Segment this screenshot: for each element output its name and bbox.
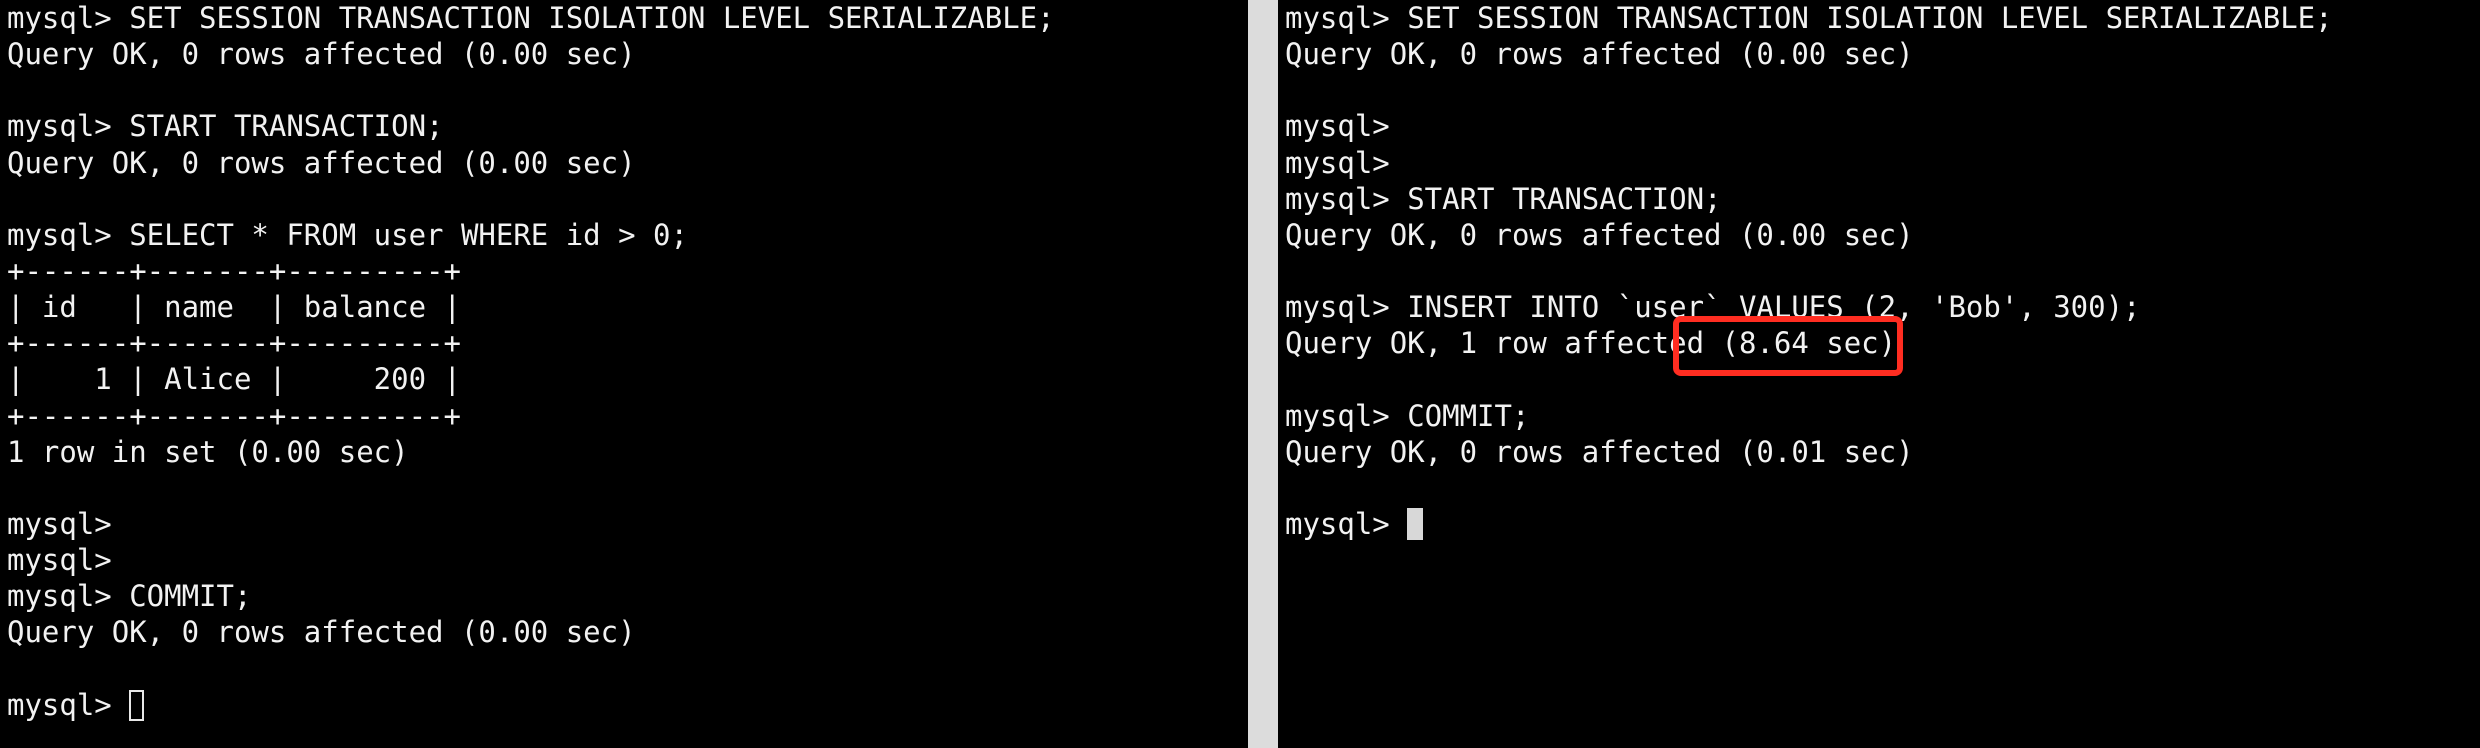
- terminal-line: Query OK, 0 rows affected (0.01 sec): [1285, 434, 1914, 469]
- pane-divider[interactable]: [1248, 0, 1278, 748]
- prompt-label: mysql>: [7, 687, 130, 722]
- terminal-line: Query OK, 0 rows affected (0.00 sec): [1285, 217, 1914, 252]
- terminal-line: mysql> COMMIT;: [1285, 398, 1530, 433]
- terminal-line: mysql> SET SESSION TRANSACTION ISOLATION…: [7, 1, 1055, 35]
- terminal-line: Query OK, 0 rows affected (0.00 sec): [7, 615, 636, 650]
- result-table-row: | 1 | Alice | 200 |: [7, 362, 461, 397]
- terminal-line: mysql> COMMIT;: [7, 579, 252, 614]
- left-terminal-pane[interactable]: mysql> SET SESSION TRANSACTION ISOLATION…: [0, 0, 1248, 748]
- terminal-line: mysql>: [7, 506, 112, 541]
- terminal-screen: mysql> SET SESSION TRANSACTION ISOLATION…: [0, 0, 2480, 748]
- result-table-border: +------+-------+---------+: [7, 398, 461, 433]
- right-terminal-output: mysql> SET SESSION TRANSACTION ISOLATION…: [1285, 0, 2333, 542]
- terminal-line: mysql>: [1285, 109, 1390, 144]
- terminal-line: mysql>: [1285, 145, 1390, 180]
- result-table-border: +------+-------+---------+: [7, 253, 461, 288]
- terminal-line: Query OK, 0 rows affected (0.00 sec): [7, 145, 636, 180]
- terminal-line: mysql> START TRANSACTION;: [1285, 181, 1722, 216]
- left-terminal-output: mysql> SET SESSION TRANSACTION ISOLATION…: [7, 0, 1055, 723]
- terminal-line: mysql> SET SESSION TRANSACTION ISOLATION…: [1285, 1, 2333, 35]
- solid-cursor-icon: [1407, 507, 1424, 540]
- prompt-line[interactable]: mysql>: [7, 687, 1055, 723]
- terminal-line: Query OK, 0 rows affected (0.00 sec): [7, 37, 636, 72]
- result-table-header: | id | name | balance |: [7, 290, 461, 325]
- terminal-line: mysql> SELECT * FROM user WHERE id > 0;: [7, 217, 688, 252]
- hollow-cursor-icon: [129, 689, 145, 721]
- terminal-line: Query OK, 0 rows affected (0.00 sec): [1285, 37, 1914, 72]
- terminal-line: 1 row in set (0.00 sec): [7, 434, 409, 469]
- prompt-line[interactable]: mysql>: [1285, 506, 2333, 542]
- prompt-label: mysql>: [1285, 506, 1408, 541]
- terminal-line: mysql> START TRANSACTION;: [7, 109, 444, 144]
- highlight-annotation-box: [1673, 316, 1903, 376]
- terminal-line: mysql>: [7, 543, 112, 578]
- result-table-border: +------+-------+---------+: [7, 326, 461, 361]
